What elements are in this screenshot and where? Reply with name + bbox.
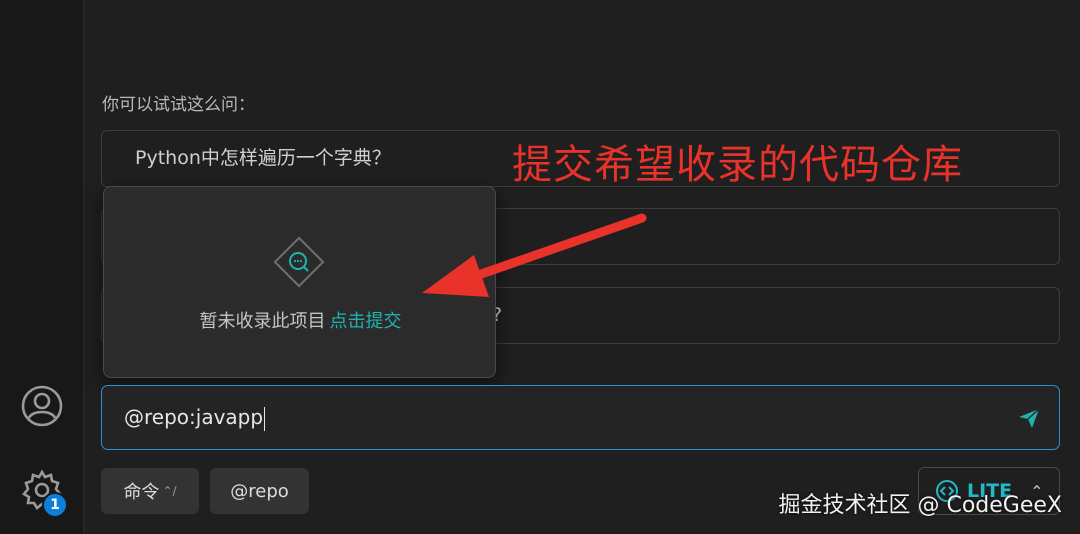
submit-repo-link[interactable]: 点击提交 — [330, 311, 402, 332]
hint-label: 你可以试试这么问： — [102, 95, 255, 115]
notification-badge: 1 — [42, 492, 68, 518]
chat-input[interactable]: @repo:javapp — [101, 385, 1060, 450]
chat-panel: 你可以试试这么问： Python中怎样遍历一个字典？ ? 提交希望收录的代码仓库… — [84, 0, 1080, 534]
manage-gear-button[interactable]: 1 — [20, 468, 68, 518]
suggestion-text: Python中怎样遍历一个字典？ — [135, 147, 391, 169]
send-icon[interactable] — [1017, 406, 1041, 430]
command-label: 命令 — [123, 482, 160, 503]
red-arrow — [422, 213, 647, 297]
repo-button[interactable]: @repo — [210, 468, 309, 514]
app-window: 1 你可以试试这么问： Python中怎样遍历一个字典？ ? 提交希望收录的代码… — [0, 0, 1080, 534]
chat-input-value: @repo:javapp — [124, 405, 266, 431]
repo-label: @repo — [230, 480, 289, 502]
search-chat-icon — [273, 236, 325, 288]
watermark: 掘金技术社区 @ CodeGeeX — [778, 493, 1063, 518]
popup-message: 暂未收录此项目 — [199, 311, 326, 332]
red-annotation-text: 提交希望收录的代码仓库 — [512, 142, 963, 188]
command-button[interactable]: 命令 ⌃/ — [101, 468, 199, 514]
activity-bar: 1 — [0, 0, 84, 534]
account-icon[interactable] — [20, 384, 64, 428]
command-shortcut: ⌃/ — [162, 484, 177, 498]
